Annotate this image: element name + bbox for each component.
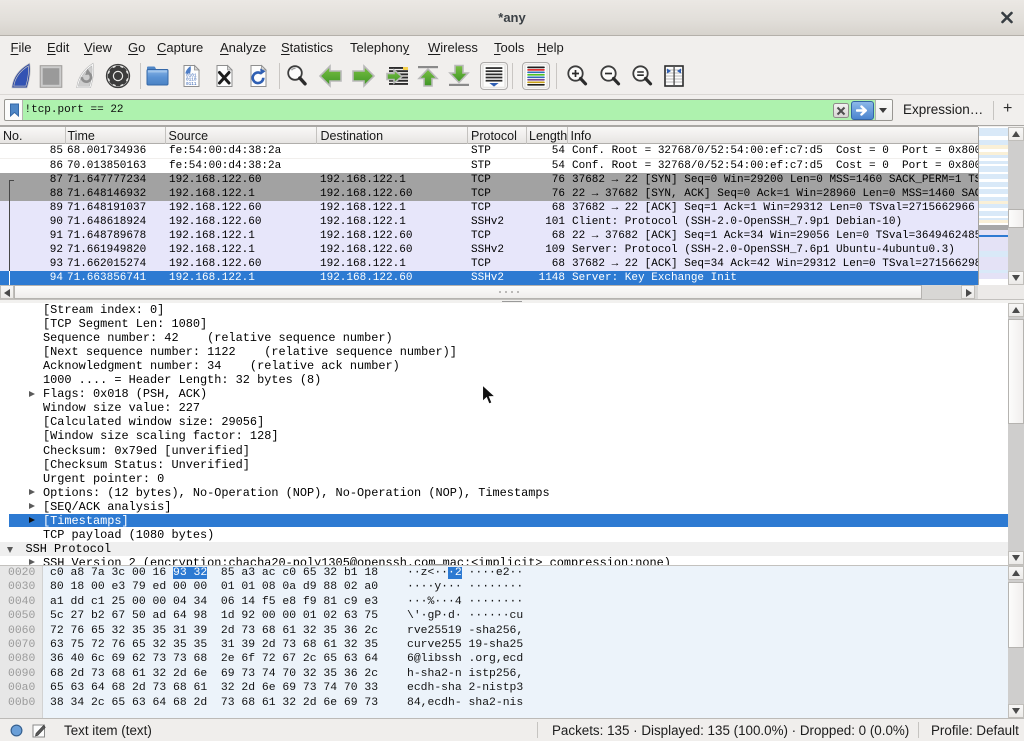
svg-text:0111: 0111 [186, 82, 197, 87]
